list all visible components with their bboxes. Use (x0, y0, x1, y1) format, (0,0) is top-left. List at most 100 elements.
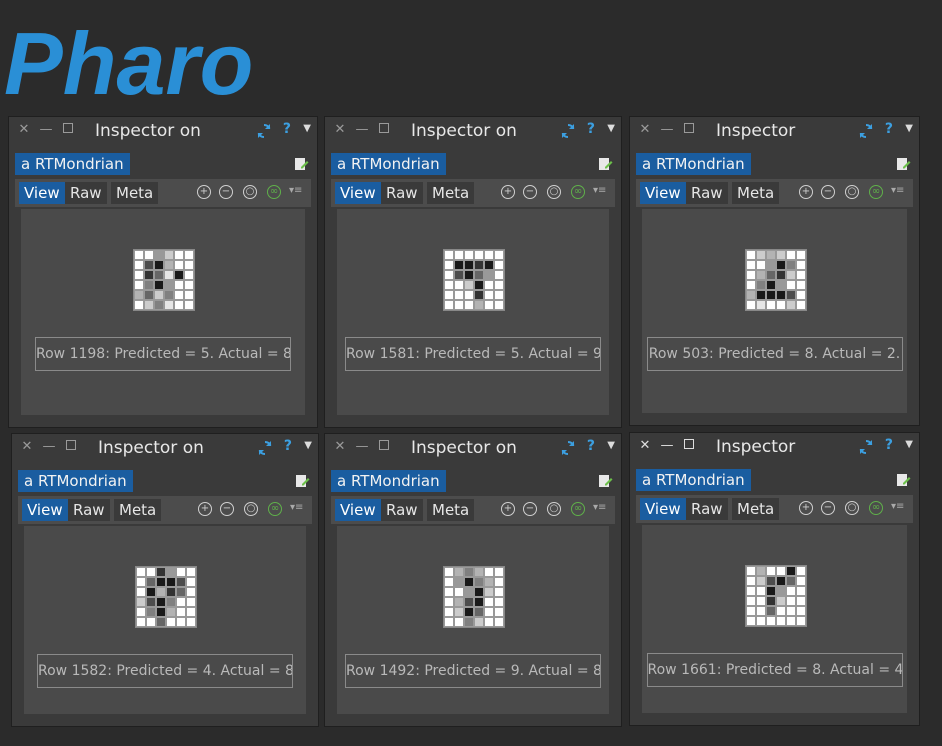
more-menu-icon[interactable]: ▾≡ (289, 185, 302, 196)
zoom-out-icon[interactable]: − (821, 501, 835, 515)
window-menu-icon[interactable]: ▼ (607, 123, 615, 134)
zoom-fit-icon[interactable]: ○ (244, 502, 258, 516)
close-icon[interactable]: ✕ (20, 440, 34, 454)
view-canvas[interactable]: Row 1198: Predicted = 5. Actual = 8. (21, 209, 305, 415)
glasses-icon[interactable]: ∞ (571, 502, 585, 516)
window-menu-icon[interactable]: ▼ (303, 123, 311, 134)
window-titlebar[interactable]: ✕ — Inspector on ? ▼ (325, 434, 621, 464)
view-canvas[interactable]: Row 1492: Predicted = 9. Actual = 8. (337, 526, 609, 714)
inspector-window[interactable]: ✕ — Inspector on ? ▼ a RTMondrian View R… (324, 433, 622, 727)
help-icon[interactable]: ? (587, 121, 595, 137)
edit-icon[interactable] (895, 156, 911, 172)
object-tab[interactable]: a RTMondrian (331, 470, 446, 492)
more-menu-icon[interactable]: ▾≡ (593, 185, 606, 196)
close-icon[interactable]: ✕ (333, 440, 347, 454)
window-titlebar[interactable]: ✕ — Inspector on ? ▼ (12, 434, 318, 464)
inspector-window[interactable]: ✕ — Inspector ? ▼ a RTMondrian View Raw … (629, 432, 920, 726)
minimize-icon[interactable]: — (660, 439, 674, 453)
tab-meta[interactable]: Meta (111, 182, 159, 204)
maximize-icon[interactable] (377, 123, 391, 137)
zoom-in-icon[interactable]: + (501, 502, 515, 516)
object-tab[interactable]: a RTMondrian (15, 153, 130, 175)
minimize-icon[interactable]: — (355, 440, 369, 454)
tab-raw[interactable]: Raw (381, 499, 423, 521)
zoom-in-icon[interactable]: + (197, 185, 211, 199)
zoom-fit-icon[interactable]: ○ (845, 185, 859, 199)
zoom-out-icon[interactable]: − (821, 185, 835, 199)
more-menu-icon[interactable]: ▾≡ (290, 502, 303, 513)
view-canvas[interactable]: Row 1581: Predicted = 5. Actual = 9. (337, 209, 609, 415)
close-icon[interactable]: ✕ (17, 123, 31, 137)
edit-icon[interactable] (895, 472, 911, 488)
help-icon[interactable]: ? (283, 121, 291, 137)
inspector-window[interactable]: ✕ — Inspector on ? ▼ a RTMondrian View R… (324, 116, 622, 428)
tab-raw[interactable]: Raw (686, 498, 728, 520)
more-menu-icon[interactable]: ▾≡ (593, 502, 606, 513)
tab-meta[interactable]: Meta (427, 182, 475, 204)
tab-meta[interactable]: Meta (732, 182, 780, 204)
edit-icon[interactable] (597, 473, 613, 489)
refresh-icon[interactable] (559, 439, 577, 457)
edit-icon[interactable] (293, 156, 309, 172)
window-titlebar[interactable]: ✕ — Inspector ? ▼ (630, 433, 919, 463)
view-canvas[interactable]: Row 503: Predicted = 8. Actual = 2. (642, 209, 907, 413)
tab-view[interactable]: View (640, 498, 686, 520)
window-menu-icon[interactable]: ▼ (304, 440, 312, 451)
zoom-fit-icon[interactable]: ○ (845, 501, 859, 515)
refresh-icon[interactable] (857, 438, 875, 456)
zoom-fit-icon[interactable]: ○ (243, 185, 257, 199)
zoom-out-icon[interactable]: − (523, 502, 537, 516)
glasses-icon[interactable]: ∞ (869, 501, 883, 515)
close-icon[interactable]: ✕ (638, 439, 652, 453)
tab-meta[interactable]: Meta (114, 499, 162, 521)
refresh-icon[interactable] (256, 439, 274, 457)
help-icon[interactable]: ? (284, 438, 292, 454)
window-titlebar[interactable]: ✕ — Inspector on ? ▼ (325, 117, 621, 147)
edit-icon[interactable] (294, 473, 310, 489)
tab-meta[interactable]: Meta (732, 498, 780, 520)
tab-view[interactable]: View (640, 182, 686, 204)
zoom-fit-icon[interactable]: ○ (547, 502, 561, 516)
tab-raw[interactable]: Raw (381, 182, 423, 204)
maximize-icon[interactable] (377, 440, 391, 454)
inspector-window[interactable]: ✕ — Inspector ? ▼ a RTMondrian View Raw … (629, 116, 920, 426)
inspector-window[interactable]: ✕ — Inspector on ? ▼ a RTMondrian View R… (8, 116, 318, 428)
window-menu-icon[interactable]: ▼ (905, 123, 913, 134)
help-icon[interactable]: ? (885, 121, 893, 137)
zoom-in-icon[interactable]: + (799, 501, 813, 515)
inspector-window[interactable]: ✕ — Inspector on ? ▼ a RTMondrian View R… (11, 433, 319, 727)
minimize-icon[interactable]: — (355, 123, 369, 137)
window-titlebar[interactable]: ✕ — Inspector ? ▼ (630, 117, 919, 147)
tab-view[interactable]: View (335, 499, 381, 521)
object-tab[interactable]: a RTMondrian (636, 153, 751, 175)
object-tab[interactable]: a RTMondrian (331, 153, 446, 175)
more-menu-icon[interactable]: ▾≡ (891, 501, 904, 512)
tab-raw[interactable]: Raw (65, 182, 107, 204)
tab-view[interactable]: View (19, 182, 65, 204)
maximize-icon[interactable] (61, 123, 75, 137)
zoom-out-icon[interactable]: − (523, 185, 537, 199)
glasses-icon[interactable]: ∞ (571, 185, 585, 199)
view-canvas[interactable]: Row 1661: Predicted = 8. Actual = 4. (642, 525, 907, 713)
help-icon[interactable]: ? (587, 438, 595, 454)
refresh-icon[interactable] (255, 122, 273, 140)
help-icon[interactable]: ? (885, 437, 893, 453)
maximize-icon[interactable] (64, 440, 78, 454)
minimize-icon[interactable]: — (42, 440, 56, 454)
refresh-icon[interactable] (857, 122, 875, 140)
tab-view[interactable]: View (22, 499, 68, 521)
tab-view[interactable]: View (335, 182, 381, 204)
edit-icon[interactable] (597, 156, 613, 172)
maximize-icon[interactable] (682, 123, 696, 137)
zoom-in-icon[interactable]: + (198, 502, 212, 516)
view-canvas[interactable]: Row 1582: Predicted = 4. Actual = 8. (24, 526, 306, 714)
close-icon[interactable]: ✕ (638, 123, 652, 137)
tab-raw[interactable]: Raw (686, 182, 728, 204)
zoom-in-icon[interactable]: + (501, 185, 515, 199)
refresh-icon[interactable] (559, 122, 577, 140)
zoom-in-icon[interactable]: + (799, 185, 813, 199)
tab-meta[interactable]: Meta (427, 499, 475, 521)
window-titlebar[interactable]: ✕ — Inspector on ? ▼ (9, 117, 317, 147)
window-menu-icon[interactable]: ▼ (607, 440, 615, 451)
maximize-icon[interactable] (682, 439, 696, 453)
